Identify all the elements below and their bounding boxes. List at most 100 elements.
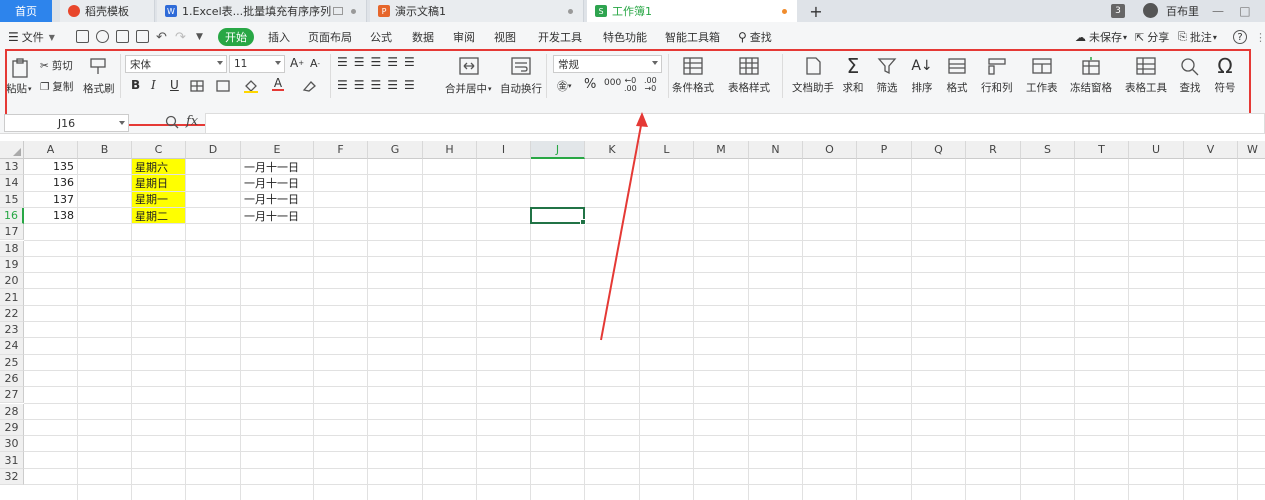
column-header-r[interactable]: R [966, 141, 1021, 159]
spreadsheet-grid[interactable]: A B C D E F G H I J K L M N O P Q R S T U V W 13 14 15 16 17 18 19 20 2… [0, 141, 1265, 500]
decrease-font-icon[interactable]: A- [310, 57, 320, 70]
name-box[interactable]: J16 [4, 114, 129, 132]
font-size-select[interactable]: 11 [229, 55, 285, 73]
worksheet-button[interactable]: 工作表 [1026, 56, 1058, 95]
column-header-a[interactable]: A [24, 141, 78, 159]
row-header-26[interactable]: 26 [0, 370, 24, 388]
format-painter-icon[interactable] [88, 56, 108, 76]
column-header-p[interactable]: P [857, 141, 912, 159]
row-header-17[interactable]: 17 [0, 224, 24, 241]
cell-a-value[interactable]: 138 [24, 208, 77, 223]
customize-toolbar-icon[interactable]: ▼ [196, 28, 203, 46]
sort-button[interactable]: A↓ 排序 [911, 56, 933, 95]
tab-workbook[interactable]: S 工作簿1 [587, 0, 797, 22]
column-header-t[interactable]: T [1075, 141, 1129, 159]
row-header-25[interactable]: 25 [0, 354, 24, 371]
row-header-13[interactable]: 13 [0, 159, 24, 176]
row-header-22[interactable]: 22 [0, 305, 24, 322]
row-header-19[interactable]: 19 [0, 256, 24, 274]
column-header-b[interactable]: B [78, 141, 132, 159]
freeze-panes-button[interactable]: 冻结窗格 [1070, 56, 1112, 95]
cut-button[interactable]: ✂ 剪切 [40, 58, 73, 73]
tab-view[interactable]: 视图 [494, 28, 516, 46]
increase-decimal-icon[interactable]: ←0.00 [624, 77, 637, 93]
underline-button[interactable]: U [170, 78, 179, 92]
tab-developer[interactable]: 开发工具 [538, 28, 582, 46]
format-painter-button[interactable]: 格式刷 [83, 81, 115, 96]
fill-color-icon[interactable] [243, 79, 259, 93]
print-preview-icon[interactable] [136, 30, 149, 43]
clear-format-icon[interactable] [300, 80, 316, 92]
column-header-f[interactable]: F [314, 141, 368, 159]
currency-icon[interactable]: ㊎ ▾ [557, 78, 572, 94]
column-header-c[interactable]: C [132, 141, 186, 159]
border-icon[interactable] [190, 80, 204, 92]
column-header-k[interactable]: K [585, 141, 640, 159]
row-header-32[interactable]: 32 [0, 468, 24, 485]
cell-a-value[interactable]: 137 [24, 192, 77, 207]
formula-input[interactable] [205, 113, 1265, 134]
filter-button[interactable]: 筛选 [876, 56, 898, 95]
column-header-g[interactable]: G [368, 141, 423, 159]
cell-e-date[interactable]: 一月十一日 [241, 159, 313, 174]
column-header-j[interactable]: J [531, 141, 585, 159]
cell-c-weekday[interactable]: 星期二 [132, 207, 185, 224]
select-all-corner[interactable] [0, 141, 24, 159]
column-header-e[interactable]: E [241, 141, 314, 159]
column-header-m[interactable]: M [694, 141, 749, 159]
column-header-d[interactable]: D [186, 141, 241, 159]
paste-button[interactable]: 粘贴 ▾ [6, 81, 32, 96]
new-tab-button[interactable]: + [806, 0, 826, 22]
tab-word-document[interactable]: W 1.Excel表...批量填充有序序列 [157, 0, 367, 22]
find-button[interactable]: 查找 [1179, 56, 1201, 95]
comment-button[interactable]: ⎘ 批注 ▾ [1178, 28, 1217, 46]
row-header-24[interactable]: 24 [0, 338, 24, 355]
tab-smart-toolbox[interactable]: 智能工具箱 [665, 28, 720, 46]
decrease-decimal-icon[interactable]: .00 →0 [644, 77, 657, 93]
cell-e-date[interactable]: 一月十一日 [241, 192, 313, 207]
row-header-16[interactable]: 16 [0, 207, 24, 225]
italic-button[interactable]: I [151, 78, 156, 92]
cell-c-weekday[interactable]: 星期六 [132, 159, 185, 175]
print-icon[interactable] [116, 30, 129, 43]
symbol-button[interactable]: Ω 符号 [1214, 56, 1236, 95]
avatar[interactable] [1143, 3, 1158, 18]
row-header-31[interactable]: 31 [0, 452, 24, 469]
row-header-18[interactable]: 18 [0, 240, 24, 257]
window-controls[interactable]: — □ [1212, 0, 1251, 22]
tab-data[interactable]: 数据 [412, 28, 434, 46]
font-color-icon[interactable]: A [272, 77, 284, 91]
tab-presentation[interactable]: P 演示文稿1 [370, 0, 584, 22]
vertical-align-icons[interactable]: ☰☰☰☰☰ [337, 55, 421, 69]
fx-icon[interactable]: fx [186, 114, 198, 129]
row-header-27[interactable]: 27 [0, 387, 24, 404]
tab-insert[interactable]: 插入 [268, 28, 290, 46]
wrap-text-button[interactable]: 自动换行 [500, 81, 542, 96]
file-menu[interactable]: ☰ 文件 ▼ [8, 28, 55, 46]
row-header-23[interactable]: 23 [0, 322, 24, 339]
document-assistant-button[interactable]: 文档助手 [792, 56, 834, 95]
row-header-15[interactable]: 15 [0, 191, 24, 208]
more-icon[interactable]: ⋮ [1255, 28, 1265, 46]
column-header-q[interactable]: Q [912, 141, 966, 159]
increase-font-icon[interactable]: A + [290, 56, 304, 70]
search-command[interactable]: ⚲ 查找 [738, 28, 772, 46]
bold-button[interactable]: B [131, 78, 140, 92]
cell-e-date[interactable]: 一月十一日 [241, 208, 313, 223]
row-column-button[interactable]: 行和列 [981, 56, 1013, 95]
tab-home-ribbon[interactable]: 开始 [218, 28, 254, 46]
row-header-30[interactable]: 30 [0, 436, 24, 453]
row-header-14[interactable]: 14 [0, 175, 24, 192]
tab-review[interactable]: 审阅 [453, 28, 475, 46]
share-button[interactable]: ⇱ 分享 [1135, 28, 1169, 46]
cell-c-weekday[interactable]: 星期日 [132, 175, 185, 191]
paste-icon[interactable] [10, 57, 30, 79]
window-count-badge[interactable]: 3 [1111, 4, 1125, 18]
tab-formulas[interactable]: 公式 [370, 28, 392, 46]
thousands-separator-button[interactable]: 000 [604, 78, 621, 88]
row-header-28[interactable]: 28 [0, 403, 24, 420]
conditional-format-button[interactable]: 条件格式 [672, 56, 714, 95]
tab-special-features[interactable]: 特色功能 [603, 28, 647, 46]
row-header-20[interactable]: 20 [0, 273, 24, 290]
number-format-select[interactable]: 常规 [553, 55, 662, 73]
